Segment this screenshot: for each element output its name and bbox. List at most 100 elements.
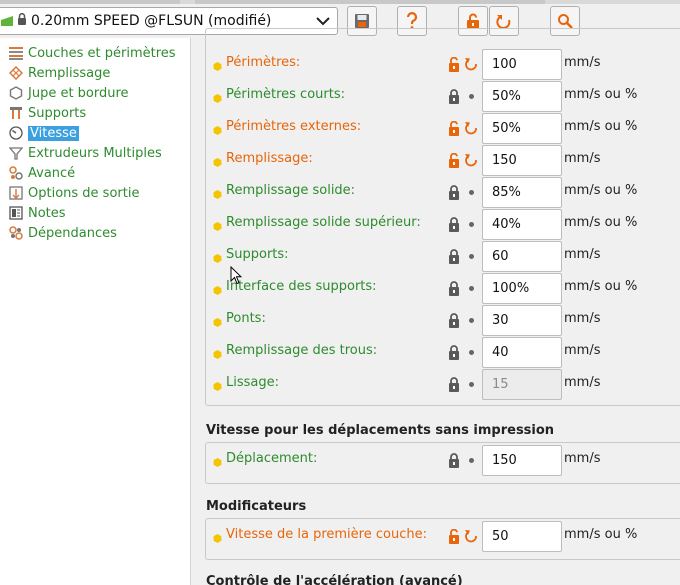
setting-row: Vitesse de la première couche: 50 mm/s ou … bbox=[191, 520, 680, 552]
sidebar-item-output[interactable]: Options de sortie bbox=[8, 184, 139, 202]
sidebar-item-extruders[interactable]: Extrudeurs Multiples bbox=[8, 144, 162, 162]
simple-mode-dot-icon bbox=[213, 380, 222, 391]
setting-unit: mm/s ou % bbox=[564, 527, 638, 542]
output-icon bbox=[8, 185, 24, 201]
lock-icon[interactable] bbox=[447, 345, 461, 360]
setting-unit: mm/s bbox=[564, 343, 601, 358]
setting-label: Lissage: bbox=[226, 375, 279, 390]
setting-value-input[interactable]: 50 bbox=[482, 521, 562, 552]
simple-mode-dot-icon bbox=[213, 156, 222, 167]
setting-value-input[interactable]: 30 bbox=[482, 305, 562, 336]
setting-row: Remplissage: 150 mm/s bbox=[191, 144, 680, 176]
setting-unit: mm/s ou % bbox=[564, 183, 638, 198]
setting-value-input[interactable]: 150 bbox=[482, 145, 562, 176]
setting-value-input[interactable]: 60 bbox=[482, 241, 562, 272]
simple-mode-dot-icon bbox=[213, 188, 222, 199]
lock-open-icon[interactable] bbox=[447, 152, 461, 168]
supports-icon bbox=[8, 105, 24, 121]
setting-row: Remplissage solide: 85% mm/s ou % bbox=[191, 176, 680, 208]
unmodified-bullet-icon bbox=[469, 318, 474, 323]
setting-label: Vitesse de la première couche: bbox=[226, 527, 427, 542]
lock-open-icon[interactable] bbox=[447, 528, 461, 544]
lock-icon[interactable] bbox=[447, 89, 461, 104]
simple-mode-dot-icon bbox=[213, 124, 222, 135]
simple-mode-dot-icon bbox=[213, 252, 222, 263]
setting-unit: mm/s ou % bbox=[564, 87, 638, 102]
sidebar-item-notes[interactable]: Notes bbox=[8, 204, 66, 222]
setting-label: Interface des supports: bbox=[226, 279, 377, 294]
lock-icon[interactable] bbox=[447, 377, 461, 392]
setting-value-input[interactable]: 100% bbox=[482, 273, 562, 304]
sidebar-item-label: Options de sortie bbox=[28, 185, 140, 201]
simple-mode-dot-icon bbox=[213, 316, 222, 327]
lock-icon[interactable] bbox=[447, 185, 461, 200]
setting-value-input[interactable]: 100 bbox=[482, 49, 562, 80]
setting-value-input[interactable]: 50% bbox=[482, 113, 562, 144]
setting-unit: mm/s bbox=[564, 247, 601, 262]
unmodified-bullet-icon bbox=[469, 382, 474, 387]
lock-icon[interactable] bbox=[447, 281, 461, 296]
search-icon bbox=[558, 14, 573, 29]
unmodified-bullet-icon bbox=[469, 286, 474, 291]
lock-open-icon[interactable] bbox=[447, 120, 461, 136]
setting-label: Périmètres courts: bbox=[226, 87, 345, 102]
setting-value-input: 15 bbox=[482, 369, 562, 400]
setting-row: Déplacement: 150 mm/s bbox=[191, 444, 680, 476]
unmodified-bullet-icon bbox=[469, 350, 474, 355]
setting-value-input[interactable]: 40% bbox=[482, 209, 562, 240]
sidebar-item-speed[interactable]: Vitesse bbox=[8, 124, 79, 142]
section-title-travel: Vitesse pour les déplacements sans impre… bbox=[206, 423, 555, 438]
setting-value-input[interactable]: 150 bbox=[482, 445, 562, 476]
dependencies-icon bbox=[8, 225, 24, 241]
compatible-flag-icon bbox=[1, 16, 13, 26]
setting-value-input[interactable]: 50% bbox=[482, 81, 562, 112]
setting-row: Remplissage des trous: 40 mm/s bbox=[191, 336, 680, 368]
sidebar-item-label: Couches et périmètres bbox=[28, 45, 176, 61]
undo-icon[interactable] bbox=[464, 120, 478, 136]
advanced-icon bbox=[8, 165, 24, 181]
sidebar-item-infill[interactable]: Remplissage bbox=[8, 64, 110, 82]
setting-value-input[interactable]: 85% bbox=[482, 177, 562, 208]
notes-icon bbox=[8, 205, 24, 221]
setting-value-input[interactable]: 40 bbox=[482, 337, 562, 368]
simple-mode-dot-icon bbox=[213, 60, 222, 71]
setting-row: Interface des supports: 100% mm/s ou % bbox=[191, 272, 680, 304]
undo-icon[interactable] bbox=[464, 56, 478, 72]
sidebar-item-layers[interactable]: Couches et périmètres bbox=[8, 44, 176, 62]
section-title-modifiers: Modificateurs bbox=[206, 499, 307, 514]
sidebar-item-skirt[interactable]: Jupe et bordure bbox=[8, 84, 129, 102]
setting-unit: mm/s bbox=[564, 375, 601, 390]
setting-label: Déplacement: bbox=[226, 451, 318, 466]
undo-icon[interactable] bbox=[464, 528, 478, 544]
setting-label: Remplissage solide supérieur: bbox=[226, 215, 421, 230]
lock-icon[interactable] bbox=[447, 453, 461, 468]
skirt-icon bbox=[8, 85, 24, 101]
setting-label: Ponts: bbox=[226, 311, 266, 326]
sidebar-item-dependencies[interactable]: Dépendances bbox=[8, 224, 117, 242]
lock-icon[interactable] bbox=[447, 217, 461, 232]
undo-icon[interactable] bbox=[464, 152, 478, 168]
lock-open-icon bbox=[467, 13, 479, 29]
lock-icon[interactable] bbox=[447, 249, 461, 264]
sidebar-item-label: Notes bbox=[28, 205, 66, 221]
sidebar-item-label: Vitesse bbox=[28, 125, 79, 141]
sidebar-item-advanced[interactable]: Avancé bbox=[8, 164, 75, 182]
undo-icon bbox=[496, 15, 511, 29]
setting-row: Périmètres: 100 mm/s bbox=[191, 48, 680, 80]
simple-mode-dot-icon bbox=[213, 456, 222, 467]
setting-label: Remplissage: bbox=[226, 151, 313, 166]
setting-unit: mm/s bbox=[564, 55, 601, 70]
setting-row: Lissage: 15 mm/s bbox=[191, 368, 680, 400]
unmodified-bullet-icon bbox=[469, 94, 474, 99]
save-icon bbox=[355, 14, 369, 28]
lock-open-icon[interactable] bbox=[447, 56, 461, 72]
preset-name: 0.20mm SPEED @FLSUN (modifié) bbox=[31, 13, 272, 29]
lock-icon[interactable] bbox=[447, 313, 461, 328]
setting-row: Supports: 60 mm/s bbox=[191, 240, 680, 272]
lock-icon bbox=[17, 12, 27, 29]
simple-mode-dot-icon bbox=[213, 92, 222, 103]
sidebar-item-supports[interactable]: Supports bbox=[8, 104, 86, 122]
unmodified-bullet-icon bbox=[469, 222, 474, 227]
unmodified-bullet-icon bbox=[469, 190, 474, 195]
section-title-acceleration: Contrôle de l'accélération (avancé) bbox=[206, 574, 463, 585]
